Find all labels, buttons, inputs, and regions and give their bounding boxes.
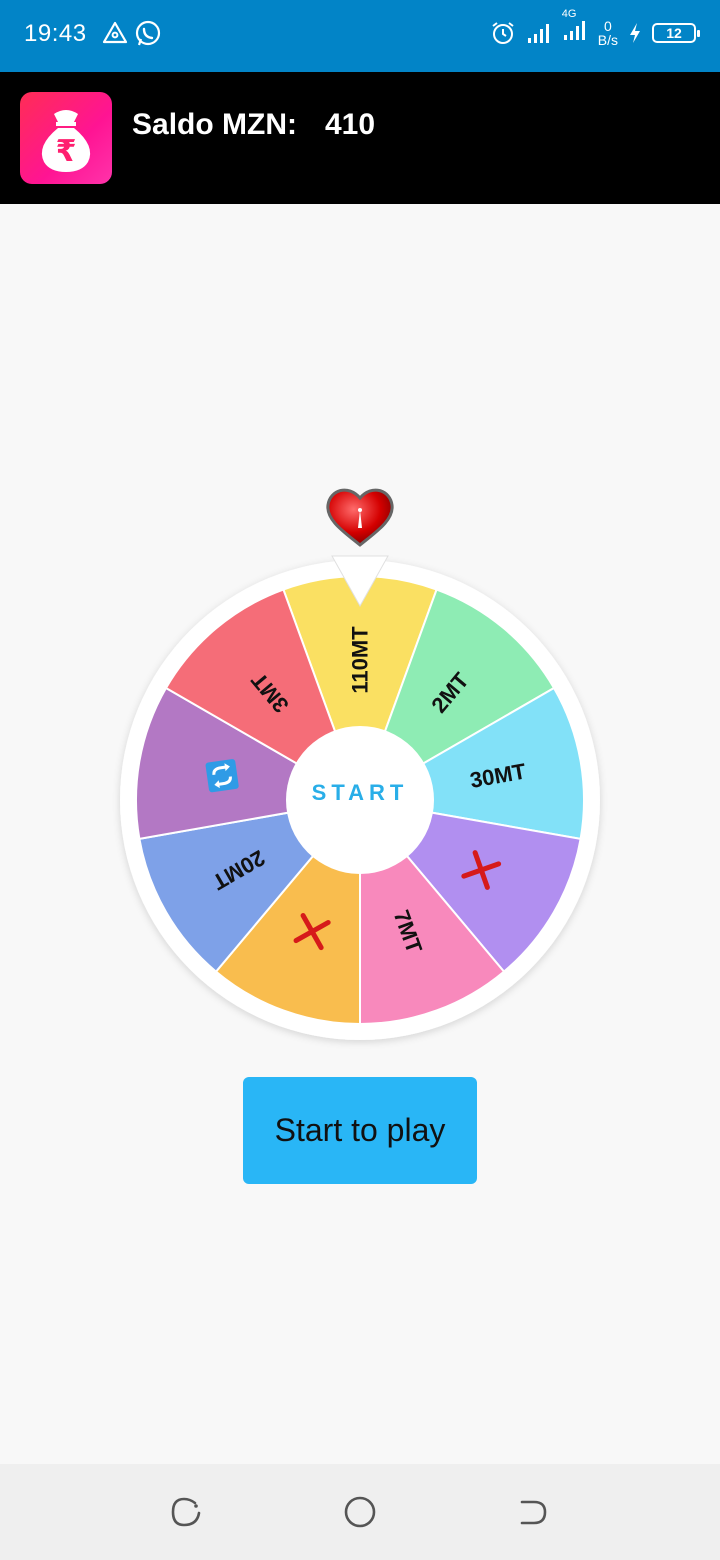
triangle-alert-icon — [102, 21, 128, 44]
heart-pointer-icon — [326, 488, 394, 547]
recents-icon[interactable] — [168, 1494, 204, 1530]
alarm-icon — [492, 21, 514, 44]
app-logo: ₹ — [20, 92, 112, 184]
balance-label: Saldo MZN: — [132, 108, 297, 141]
balance-value: 410 — [325, 108, 376, 141]
battery-level: 12 — [666, 24, 682, 41]
wheel-segment-label: 110MT — [348, 626, 373, 694]
status-bar: 19:43 4G 0 B/s 12 — [0, 0, 720, 72]
network-type: 4G — [561, 8, 577, 20]
status-time: 19:43 — [24, 20, 87, 47]
whatsapp-icon — [135, 20, 161, 46]
navigation-bar — [0, 1464, 720, 1560]
network-speed-value: 0 — [603, 17, 612, 34]
network-speed: 0 B/s — [598, 19, 618, 47]
wheel-graphic[interactable]: 110MT 2MT30MT7MT20MT3MT — [0, 470, 720, 1070]
wheel-start-label[interactable]: START — [290, 780, 430, 806]
network-speed-unit: B/s — [597, 31, 618, 48]
battery-icon: 12 — [652, 22, 700, 43]
status-right-icons: 4G 0 B/s 12 — [490, 8, 700, 47]
start-to-play-button[interactable]: Start to play — [243, 1077, 477, 1184]
status-left-icons — [102, 20, 162, 48]
balance-display: Saldo MZN: 410 — [132, 108, 375, 142]
charging-icon — [630, 22, 640, 43]
signal-icon — [527, 23, 549, 43]
back-icon[interactable] — [514, 1494, 550, 1530]
money-bag-rupee-icon: ₹ — [41, 110, 91, 172]
app-header: ₹ Saldo MZN: 410 — [0, 72, 720, 204]
refresh-icon — [205, 759, 239, 793]
home-icon[interactable] — [342, 1494, 378, 1530]
signal-4g-icon: 4G — [562, 8, 588, 47]
spin-wheel[interactable]: 110MT 2MT 30MT 7MT 20MT 3MT START — [0, 470, 720, 1070]
rupee-glyph: ₹ — [56, 134, 77, 169]
